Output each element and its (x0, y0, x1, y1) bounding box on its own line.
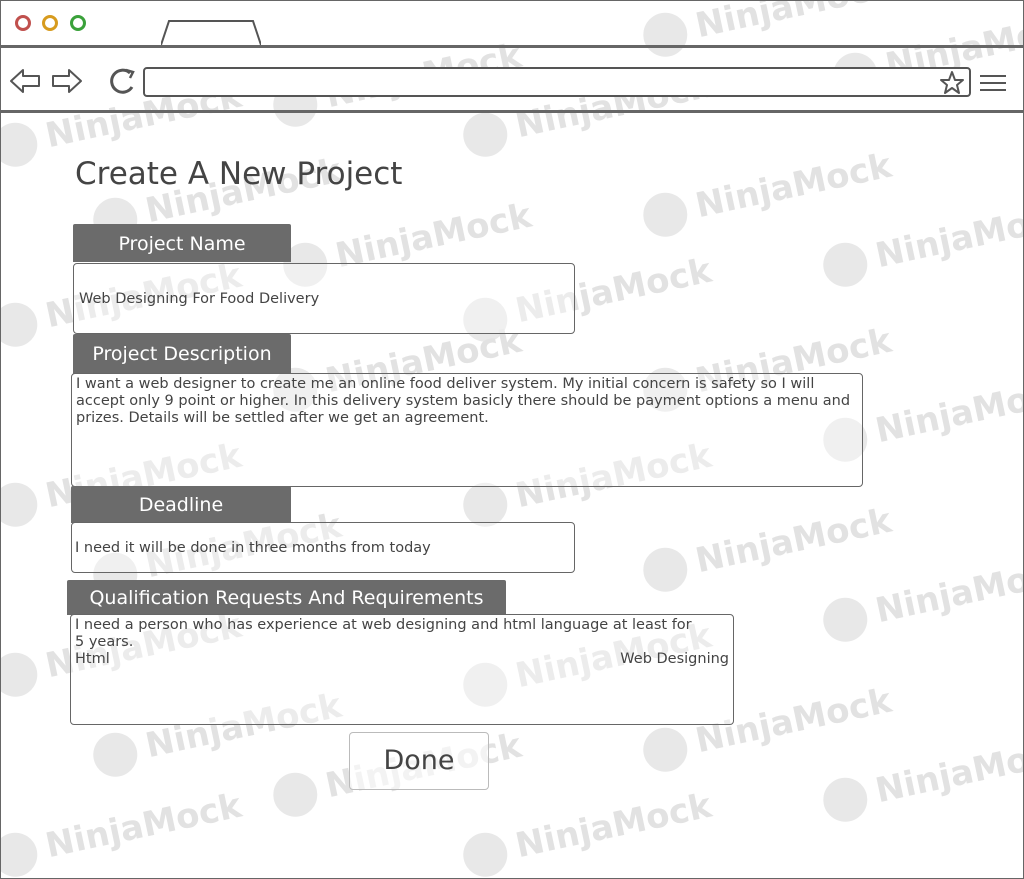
forward-icon[interactable] (51, 68, 83, 94)
skill-tag-html: Html (75, 651, 110, 667)
qualifications-textarea[interactable]: I need a person who has experience at we… (70, 614, 734, 725)
back-icon[interactable] (9, 68, 41, 94)
watermark: NinjaMock (639, 500, 895, 596)
page-title: Create A New Project (75, 156, 403, 192)
deadline-value: I need it will be done in three months f… (75, 540, 431, 556)
browser-titlebar (1, 1, 1023, 48)
project-name-input[interactable]: Web Designing For Food Delivery (73, 263, 575, 334)
star-icon[interactable] (939, 70, 965, 96)
minimize-window-button[interactable] (42, 15, 58, 31)
address-bar[interactable] (143, 67, 971, 97)
watermark: NinjaMock (1, 785, 246, 878)
qualifications-label: Qualification Requests And Requirements (67, 580, 506, 615)
project-name-value: Web Designing For Food Delivery (79, 291, 320, 307)
qualifications-value: I need a person who has experience at we… (75, 617, 692, 650)
project-description-textarea[interactable]: I want a web designer to create me an on… (71, 373, 863, 487)
watermark: NinjaMock (459, 785, 715, 878)
project-name-label: Project Name (73, 224, 291, 262)
browser-tab[interactable] (161, 20, 261, 45)
reload-icon[interactable] (108, 67, 138, 97)
maximize-window-button[interactable] (70, 15, 86, 31)
project-description-label: Project Description (73, 334, 291, 374)
deadline-input[interactable]: I need it will be done in three months f… (71, 522, 575, 573)
done-button[interactable]: Done (349, 732, 489, 790)
watermark: NinjaMock (639, 145, 895, 241)
close-window-button[interactable] (15, 15, 31, 31)
browser-window: NinjaMock NinjaMock NinjaMock NinjaMock … (0, 0, 1024, 879)
menu-icon[interactable] (980, 75, 1006, 96)
watermark: NinjaMock (819, 550, 1023, 646)
project-description-value: I want a web designer to create me an on… (76, 376, 851, 426)
watermark: NinjaMock (819, 195, 1023, 291)
watermark: NinjaMock (819, 730, 1023, 826)
browser-toolbar (1, 48, 1023, 113)
skill-tag-web-designing: Web Designing (620, 651, 729, 667)
deadline-label: Deadline (71, 486, 291, 523)
